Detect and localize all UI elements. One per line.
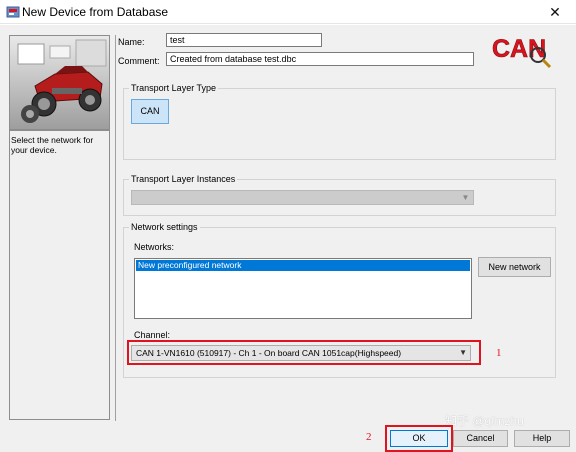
channel-label: Channel:: [134, 330, 171, 340]
ok-button[interactable]: OK: [390, 430, 448, 447]
chevron-down-icon: ▼: [461, 193, 470, 202]
networks-label: Networks:: [134, 242, 175, 252]
can-logo: CAN: [492, 35, 552, 69]
annotation-marker-2: 2: [366, 431, 372, 443]
transport-layer-type-group: [123, 88, 556, 160]
annotation-marker-1: 1: [496, 347, 502, 359]
panel-divider: [115, 35, 116, 421]
channel-value: CAN 1-VN1610 (510917) - Ch 1 - On board …: [136, 348, 402, 358]
new-network-button[interactable]: New network: [478, 257, 551, 277]
transport-layer-instances-title: Transport Layer Instances: [129, 174, 238, 184]
network-settings-title: Network settings: [129, 222, 200, 232]
transport-instance-dropdown: ▼: [131, 190, 474, 205]
hint-text: Select the network for your device.: [11, 135, 94, 155]
close-button[interactable]: ✕: [540, 2, 570, 22]
left-hint-panel: [9, 130, 110, 420]
car-chassis-picture: [9, 35, 110, 130]
comment-label: Comment:: [118, 56, 160, 66]
can-app-icon: [6, 6, 20, 18]
channel-dropdown[interactable]: CAN 1-VN1610 (510917) - Ch 1 - On board …: [131, 345, 471, 361]
transport-layer-type-title: Transport Layer Type: [129, 83, 219, 93]
watermark: 知乎 @qfmzhu: [445, 414, 524, 428]
can-transport-button[interactable]: CAN: [131, 99, 169, 124]
comment-field[interactable]: Created from database test.dbc: [166, 52, 474, 66]
window-title: New Device from Database: [22, 5, 169, 19]
help-button[interactable]: Help: [514, 430, 570, 447]
cancel-button[interactable]: Cancel: [453, 430, 508, 447]
networks-list[interactable]: New preconfigured network: [134, 258, 472, 319]
name-field[interactable]: test: [166, 33, 322, 47]
list-item[interactable]: New preconfigured network: [136, 260, 470, 271]
title-bar: New Device from Database ✕: [0, 0, 576, 24]
name-label: Name:: [118, 37, 145, 47]
chevron-down-icon: ▼: [459, 348, 467, 357]
